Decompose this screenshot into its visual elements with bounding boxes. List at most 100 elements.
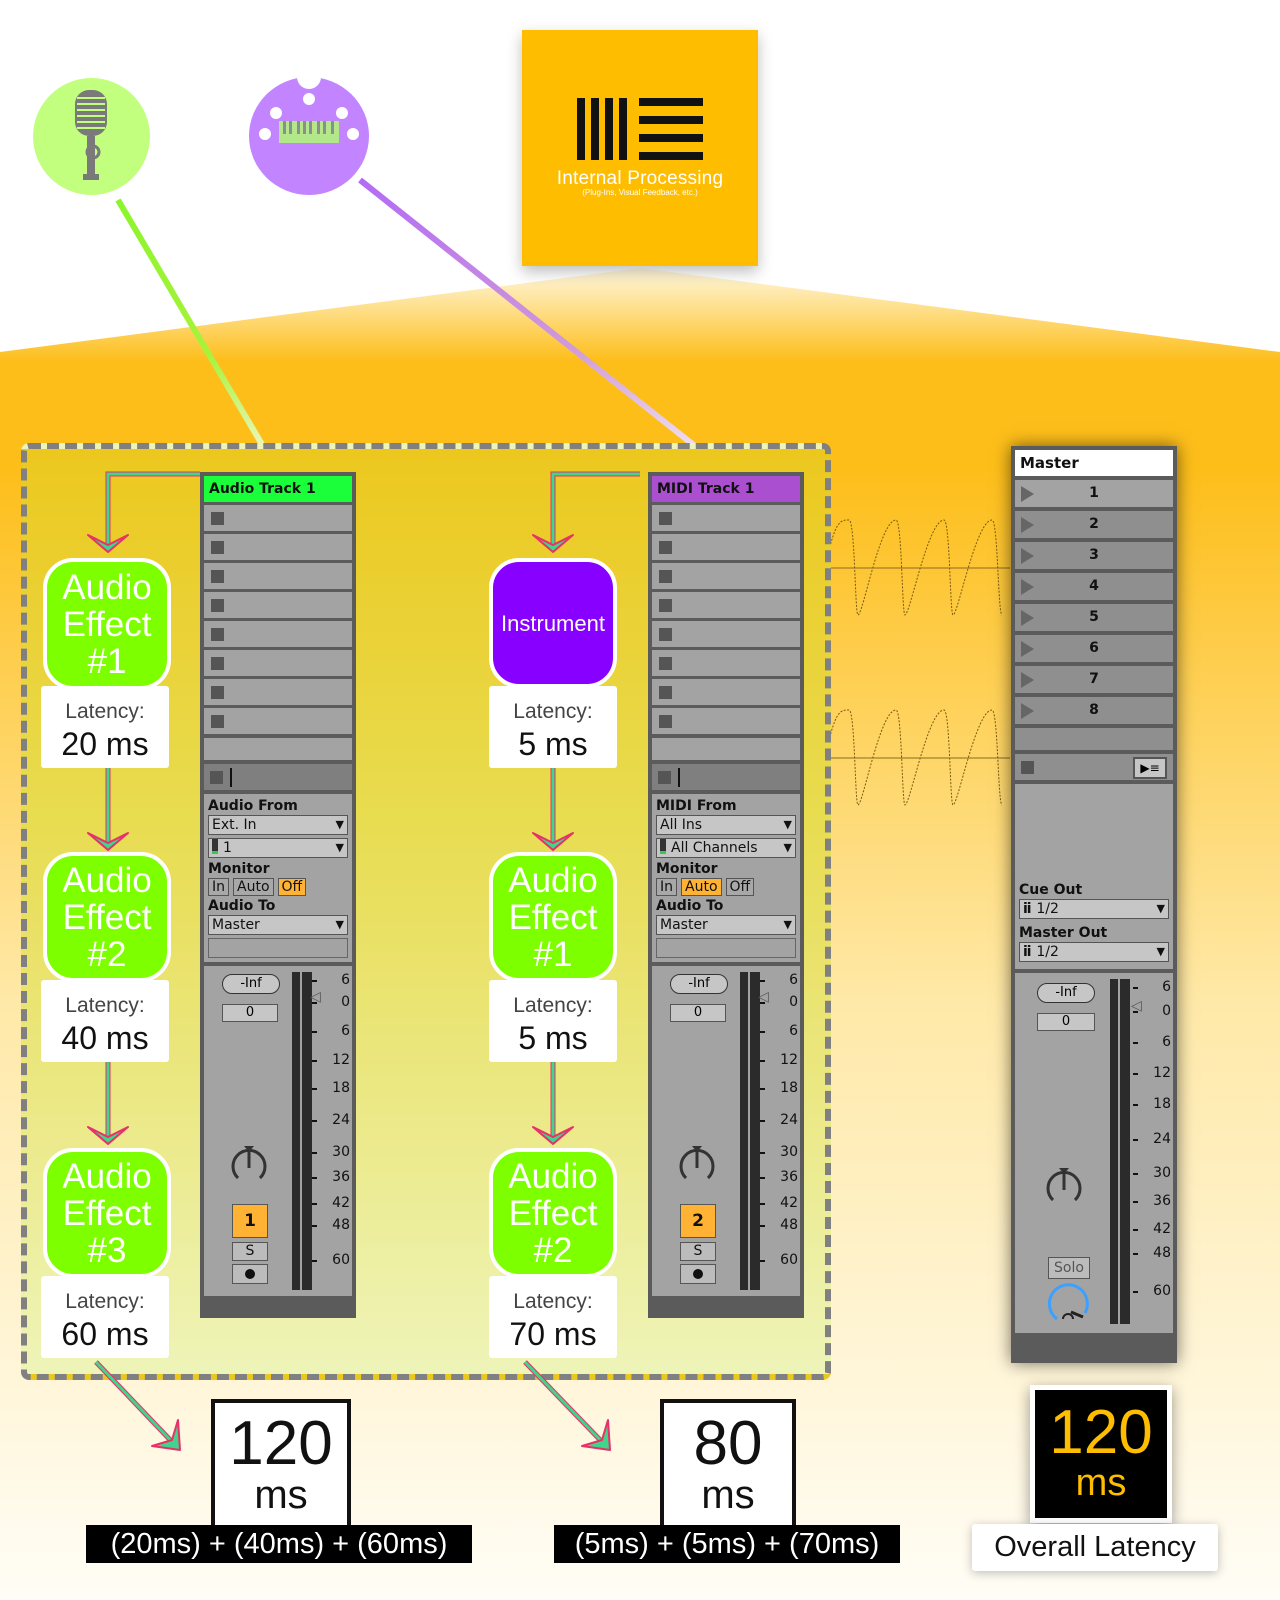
peak-level-display[interactable]: -Inf — [670, 974, 728, 994]
play-icon[interactable] — [1021, 579, 1034, 595]
volume-field[interactable]: 0 — [222, 1004, 278, 1022]
clip-stop-button[interactable] — [211, 541, 224, 554]
solo-button[interactable]: S — [232, 1242, 268, 1261]
monitor-option-in[interactable]: In — [208, 878, 230, 896]
clip-slot[interactable] — [204, 592, 352, 618]
meter-tick-label: 30 — [780, 1143, 798, 1160]
midi-audio-effect-2-latency: Latency: 70 ms — [489, 1276, 617, 1358]
clip-stop-button[interactable] — [211, 686, 224, 699]
peak-level-display[interactable]: -Inf — [222, 974, 280, 994]
monitor-option-off[interactable]: Off — [725, 878, 755, 896]
clip-stop-button[interactable] — [211, 512, 224, 525]
master-out-value: 1/2 — [1036, 944, 1059, 960]
clip-stop-button[interactable] — [659, 570, 672, 583]
clip-stop-button[interactable] — [659, 541, 672, 554]
clip-slot[interactable] — [204, 621, 352, 647]
output-channel-field[interactable] — [656, 938, 796, 958]
clip-stop-button[interactable] — [659, 512, 672, 525]
clip-slot[interactable] — [204, 534, 352, 560]
scene-launch-row[interactable]: 1 — [1015, 480, 1173, 507]
arm-button[interactable] — [680, 1264, 716, 1284]
clip-stop-button[interactable] — [659, 715, 672, 728]
volume-field[interactable]: 0 — [1037, 1013, 1095, 1031]
solo-button[interactable]: S — [680, 1242, 716, 1261]
solo-button[interactable]: Solo — [1048, 1257, 1090, 1279]
volume-fader-pointer-icon[interactable]: ◁ — [1131, 998, 1142, 1014]
clip-slot[interactable] — [204, 563, 352, 589]
clip-stop-button[interactable] — [211, 628, 224, 641]
clip-slot[interactable] — [652, 563, 800, 589]
clip-slot[interactable] — [204, 708, 352, 734]
clip-slot[interactable] — [652, 621, 800, 647]
monitor-option-off[interactable]: Off — [277, 878, 307, 896]
pan-knob[interactable] — [1045, 1168, 1083, 1206]
meter-tick-label: 0 — [1162, 1003, 1171, 1020]
meter-tick-label: 0 — [341, 994, 350, 1011]
clip-stop-button[interactable] — [211, 570, 224, 583]
monitor-option-in[interactable]: In — [656, 878, 678, 896]
clip-slot[interactable] — [204, 650, 352, 676]
stop-clips-button[interactable] — [210, 771, 223, 784]
clip-stop-button[interactable] — [211, 599, 224, 612]
clip-slot[interactable] — [652, 534, 800, 560]
play-icon[interactable] — [1021, 672, 1034, 688]
clip-slot[interactable] — [204, 679, 352, 705]
input-type-dropdown[interactable]: Ext. In ▼ — [208, 815, 348, 835]
scene-launch-row[interactable]: 7 — [1015, 666, 1173, 693]
arm-button[interactable] — [232, 1264, 268, 1284]
cue-out-dropdown[interactable]: ⅱ 1/2 ▼ — [1019, 899, 1169, 919]
clip-stop-button[interactable] — [659, 686, 672, 699]
scene-launch-icon[interactable]: ▶≡ — [1133, 757, 1167, 779]
peak-level-display[interactable]: -Inf — [1037, 983, 1095, 1003]
output-label: Audio To — [656, 898, 724, 914]
scene-launch-row[interactable]: 4 — [1015, 573, 1173, 600]
clip-stop-button[interactable] — [211, 657, 224, 670]
audio-track-total-box: 120 ms — [211, 1399, 351, 1529]
play-icon[interactable] — [1021, 610, 1034, 626]
pan-knob[interactable] — [678, 1146, 716, 1184]
track-title[interactable]: Audio Track 1 — [204, 476, 352, 502]
output-channel-field[interactable] — [208, 938, 348, 958]
play-icon[interactable] — [1021, 641, 1034, 657]
scene-launch-row[interactable]: 3 — [1015, 542, 1173, 569]
input-channel-dropdown[interactable]: 1 ▼ — [208, 838, 348, 858]
scene-launch-row[interactable]: 5 — [1015, 604, 1173, 631]
clip-slot[interactable] — [204, 505, 352, 531]
track-activator-button[interactable]: 2 — [680, 1204, 716, 1238]
play-icon[interactable] — [1021, 486, 1034, 502]
pan-knob[interactable] — [230, 1146, 268, 1184]
clip-stop-button[interactable] — [659, 628, 672, 641]
play-icon[interactable] — [1021, 703, 1034, 719]
clip-slot[interactable] — [652, 650, 800, 676]
clip-slot[interactable] — [652, 505, 800, 531]
master-out-dropdown[interactable]: ⅱ 1/2 ▼ — [1019, 942, 1169, 962]
clip-slot[interactable] — [652, 679, 800, 705]
scene-launch-row[interactable]: 8 — [1015, 697, 1173, 724]
play-icon[interactable] — [1021, 517, 1034, 533]
input-type-dropdown[interactable]: All Ins ▼ — [656, 815, 796, 835]
clip-stop-button[interactable] — [659, 599, 672, 612]
chevron-down-icon: ▼ — [335, 818, 344, 831]
input-channel-dropdown[interactable]: All Channels ▼ — [656, 838, 796, 858]
scene-launch-row[interactable]: 6 — [1015, 635, 1173, 662]
clip-slot[interactable] — [652, 708, 800, 734]
monitor-option-auto[interactable]: Auto — [681, 878, 722, 896]
monitor-option-auto[interactable]: Auto — [233, 878, 274, 896]
clip-stop-button[interactable] — [211, 715, 224, 728]
scene-number: 2 — [1089, 516, 1099, 532]
clip-slot[interactable] — [652, 592, 800, 618]
effect-label-line: Effect — [508, 1193, 598, 1233]
stop-all-clips-button[interactable] — [1021, 761, 1034, 774]
scene-launch-row[interactable]: 2 — [1015, 511, 1173, 538]
volume-field[interactable]: 0 — [670, 1004, 726, 1022]
clip-stop-button[interactable] — [659, 657, 672, 670]
volume-fader-pointer-icon[interactable]: ◁ — [310, 989, 321, 1005]
output-dropdown[interactable]: Master ▼ — [208, 915, 348, 935]
stop-clips-button[interactable] — [658, 771, 671, 784]
cue-volume-knob[interactable] — [1045, 1279, 1091, 1325]
volume-fader-pointer-icon[interactable]: ◁ — [758, 989, 769, 1005]
track-activator-button[interactable]: 1 — [232, 1204, 268, 1238]
play-icon[interactable] — [1021, 548, 1034, 564]
track-title[interactable]: MIDI Track 1 — [652, 476, 800, 502]
output-dropdown[interactable]: Master ▼ — [656, 915, 796, 935]
